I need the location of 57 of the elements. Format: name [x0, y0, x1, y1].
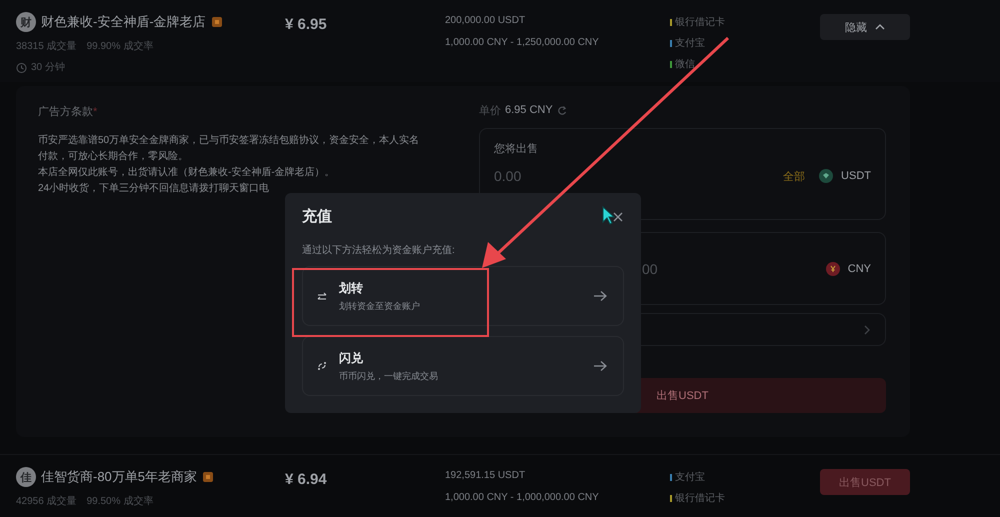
hide-button[interactable]: 隐藏: [820, 14, 910, 40]
chevron-icon: [875, 23, 885, 31]
arrow-right-icon: [593, 290, 607, 302]
completion-rate: 99.90% 成交率: [86, 40, 154, 53]
cursor-icon: [602, 206, 616, 225]
merchant-badge-icon: [210, 16, 223, 28]
coin-icon: [819, 169, 834, 183]
merchant-name[interactable]: 佳智货商-80万单5年老商家: [41, 468, 198, 486]
completion-rate: 99.50% 成交率: [86, 494, 154, 508]
stopwatch-icon: [16, 62, 27, 72]
terms-text: 币安严选靠谱50万单安全金牌商家，已与币安签署冻结包赔协议，资金安全，本人实名付款，可放心长期合作，零风险。: [38, 134, 420, 164]
merchant-badge-icon: [202, 471, 214, 483]
required-mark: *: [93, 106, 98, 118]
unit-price-label: 单价: [479, 104, 501, 118]
unit-price: 6.95 CNY: [505, 104, 553, 116]
ad-row[interactable]: 佳 佳智货商-80万单5年老商家 42956 成交量 99.50% 成交率 ¥ 6.94 192,591.15 USDT 1,000.00 CNY - 1,000,000.00 CNY 支付宝 银行借记卡 出售USDT: [0, 455, 1000, 516]
order-limit: 1,000.00 CNY - 1,250,000.00 CNY: [445, 37, 600, 48]
merchant-avatar: 财: [16, 12, 36, 32]
swap-icon: [317, 361, 327, 371]
option-title: 划转: [339, 280, 364, 296]
recharge-option[interactable]: 闪兑 币币闪兑，一键完成交易: [302, 336, 624, 396]
available-amount: 200,000.00 USDT: [445, 15, 526, 26]
chevron-right-icon: [863, 324, 871, 334]
price: ¥ 6.95: [285, 15, 328, 33]
dialog-subtitle: 通过以下方法轻松为资金账户充值:: [302, 244, 456, 257]
currency-label: USDT: [841, 170, 871, 182]
payment-method: 银行借记卡: [675, 492, 725, 505]
currency-label: CNY: [848, 262, 871, 274]
terms-text: 24小时收货，下单三分钟不回信息请拨打聊天窗口电: [38, 182, 270, 196]
merchant-avatar: 佳: [16, 467, 36, 487]
amount-placeholder: 0.00: [494, 168, 522, 184]
transfer-icon: [317, 291, 327, 301]
option-description: 币币闪兑，一键完成交易: [339, 370, 439, 382]
terms-title: 广告方条款: [38, 106, 93, 118]
terms-text: 本店全网仅此账号，出货请认准（财色兼收-安全神盾-金牌老店）。: [38, 166, 336, 180]
price: ¥ 6.94: [285, 470, 328, 488]
option-description: 划转资金至资金账户: [339, 300, 421, 312]
payment-method: 微信: [675, 58, 695, 71]
order-count: 38315 成交量: [16, 40, 77, 53]
arrow-right-icon: [593, 360, 607, 372]
available-amount: 192,591.15 USDT: [445, 470, 526, 481]
max-link[interactable]: 全部: [783, 168, 806, 184]
option-title: 闪兑: [339, 350, 364, 366]
payment-method: 银行借记卡: [675, 16, 725, 29]
close-icon[interactable]: [612, 210, 624, 222]
payment-time-limit: 30 分钟: [31, 60, 65, 74]
dialog-title: 充值: [302, 207, 332, 226]
recharge-option[interactable]: 划转 划转资金至资金账户: [302, 266, 624, 326]
refresh-icon[interactable]: [556, 104, 568, 116]
merchant-name[interactable]: 财色兼收-安全神盾-金牌老店: [41, 13, 206, 31]
amount-placeholder: 00: [642, 260, 658, 276]
order-count: 42956 成交量: [16, 494, 77, 508]
payment-method: 支付宝: [675, 36, 705, 50]
order-limit: 1,000.00 CNY - 1,000,000.00 CNY: [445, 492, 600, 503]
field-label: 您将出售: [494, 142, 539, 156]
yuan-coin-icon: [826, 262, 840, 276]
payment-method: 支付宝: [675, 470, 705, 484]
